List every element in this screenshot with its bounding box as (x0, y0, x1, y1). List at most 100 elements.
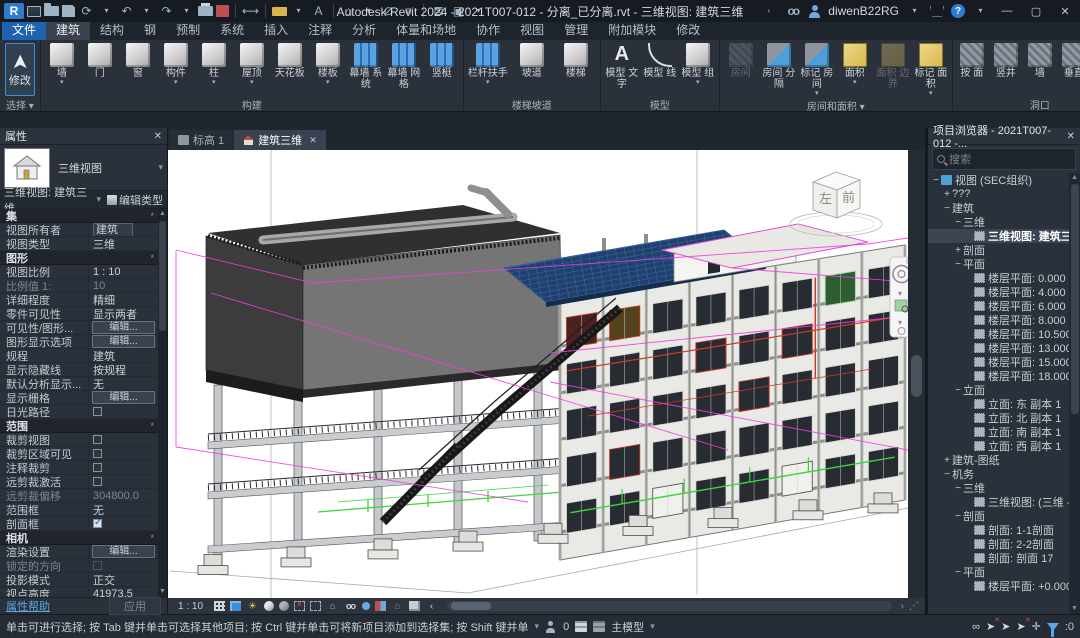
ribbon-tab[interactable]: 文件 (2, 20, 46, 40)
3d-view-canvas[interactable]: 左 前 ▾ ▾ (168, 150, 908, 598)
tree-item[interactable]: 楼层平面: 8.000 (928, 313, 1069, 327)
checkbox[interactable] (93, 463, 102, 472)
property-value[interactable]: 编辑... (88, 335, 158, 348)
filter-icon[interactable] (1047, 623, 1059, 631)
ribbon-tab[interactable]: 结构 (90, 20, 134, 40)
section-icon[interactable]: ⊘ (380, 4, 397, 19)
ribbon-tab[interactable]: 插入 (254, 20, 298, 40)
ribbon-button[interactable]: 幕墙 网格 ▾ (385, 41, 423, 90)
chevron-down-icon[interactable]: ▾ (535, 621, 540, 632)
checkbox[interactable] (93, 477, 102, 486)
ribbon-button[interactable]: 屋顶 ▾ (233, 41, 271, 87)
navigation-bar[interactable]: ▾ ▾ (890, 257, 908, 337)
ribbon-button[interactable]: 柱 ▾ (195, 41, 233, 87)
search-back-icon[interactable]: ‹ (760, 4, 777, 19)
shadows-icon[interactable] (264, 601, 274, 611)
tree-item[interactable]: 楼层平面: 10.500 (928, 327, 1069, 341)
property-value[interactable] (88, 517, 158, 530)
view-tab-3d[interactable]: 建筑三维 ✕ (234, 130, 326, 150)
ribbon-tab[interactable]: 管理 (554, 20, 598, 40)
view-menu-chevron-icon[interactable]: ▾ (360, 4, 377, 19)
tree-expander[interactable]: − (953, 567, 963, 578)
tree-expander[interactable]: − (942, 203, 952, 214)
tree-item[interactable]: 剖面: 剖面 17 (928, 551, 1069, 565)
ribbon-button[interactable]: 墙 ▾ (43, 41, 81, 87)
viewcube-left-face[interactable]: 左 (819, 192, 832, 207)
chevron-down-icon[interactable]: ▾ (815, 90, 819, 98)
ribbon-tab[interactable]: 预制 (166, 20, 210, 40)
redo-menu-chevron-icon[interactable]: ▾ (178, 4, 195, 19)
select-elements-by-face-icon[interactable]: ➤ (1016, 620, 1025, 633)
group-label-room-area[interactable]: 房间和面积 ▾ (722, 98, 950, 112)
tree-item[interactable]: − 剖面 (928, 509, 1069, 523)
chevron-down-icon[interactable]: ▾ (696, 79, 700, 87)
property-value[interactable]: 无 (88, 377, 158, 390)
canvas-vertical-scrollbar[interactable] (908, 150, 925, 598)
search-icon[interactable]: oo (784, 4, 801, 19)
active-workset-icon[interactable] (545, 621, 557, 633)
undo-menu-chevron-icon[interactable]: ▾ (138, 4, 155, 19)
tree-expander[interactable]: − (953, 385, 963, 396)
text-icon[interactable]: A (310, 4, 327, 19)
tag-icon[interactable] (216, 5, 229, 17)
crop-view-icon[interactable] (294, 601, 305, 611)
tree-item[interactable]: 楼层平面: 18.000 (928, 369, 1069, 383)
close-button[interactable]: ✕ (1054, 5, 1076, 18)
view-tab-level1[interactable]: 标高 1 (169, 130, 233, 150)
tree-item[interactable]: + 剖面 (928, 243, 1069, 257)
ribbon-tab[interactable]: 附加模块 (598, 20, 666, 40)
tree-item[interactable]: 剖面: 1-1剖面 (928, 523, 1069, 537)
ribbon-tab[interactable]: 分析 (342, 20, 386, 40)
minimize-button[interactable]: — (996, 5, 1018, 17)
close-icon[interactable]: ✕ (1067, 131, 1075, 142)
tree-item[interactable]: 三维视图: 建筑三 (928, 229, 1069, 243)
ribbon-button[interactable]: 垂直 ▾ (1057, 41, 1080, 79)
property-value[interactable] (88, 461, 158, 474)
checkbox[interactable] (93, 435, 102, 444)
help-icon[interactable]: ? (951, 4, 965, 18)
print-icon[interactable] (198, 6, 213, 16)
chevron-down-icon[interactable]: ▾ (250, 79, 254, 87)
property-value[interactable] (88, 405, 158, 418)
rendering-dialog-icon[interactable] (279, 601, 289, 611)
properties-help-link[interactable]: 属性帮助 (6, 598, 50, 614)
tree-item[interactable]: 立面: 西 副本 1 (928, 439, 1069, 453)
ribbon-button[interactable]: 墙 ▾ (1023, 41, 1057, 79)
tree-expander[interactable]: − (953, 259, 963, 270)
ribbon-button[interactable]: 竖井 ▾ (989, 41, 1023, 79)
collapse-chevron-icon[interactable]: ‹ (425, 600, 438, 612)
tree-expander[interactable]: + (953, 245, 963, 256)
select-underlay-elements-icon[interactable]: ➤ (986, 620, 995, 633)
sun-path-icon[interactable]: ☀ (246, 600, 259, 612)
close-hidden-windows-icon[interactable]: ⊠ (430, 4, 447, 19)
user-menu-chevron-icon[interactable]: ▾ (906, 4, 923, 19)
undo-icon[interactable]: ↶ (118, 4, 135, 19)
checkbox[interactable] (93, 407, 102, 416)
tree-item[interactable]: 立面: 南 副本 1 (928, 425, 1069, 439)
tree-item[interactable]: + ??? (928, 187, 1069, 201)
section-box-icon[interactable] (409, 601, 420, 611)
ribbon-button[interactable]: 模型 组 ▾ (679, 41, 717, 87)
ribbon-button[interactable]: 坡道 ▾ (510, 41, 554, 79)
select-links-icon[interactable]: ∞ (972, 621, 980, 633)
property-value[interactable] (88, 559, 158, 572)
group-label-select[interactable]: 选择 ▾ (2, 97, 38, 111)
checkbox[interactable] (93, 449, 102, 458)
property-value[interactable]: 编辑... (88, 391, 158, 404)
temporary-hide-isolate-icon[interactable]: oo (344, 600, 357, 612)
tree-item[interactable]: − 平面 (928, 565, 1069, 579)
browser-scrollbar[interactable]: ▲▼ (1069, 173, 1080, 614)
redo-icon[interactable]: ↷ (158, 4, 175, 19)
tree-expander[interactable]: − (953, 217, 963, 228)
tree-item[interactable]: + 建筑-图纸 (928, 453, 1069, 467)
chevron-down-icon[interactable]: ▾ (650, 621, 655, 632)
chevron-down-icon[interactable]: ▾ (929, 90, 933, 98)
tree-item[interactable]: 立面: 东 副本 1 (928, 397, 1069, 411)
default-3d-view-icon[interactable]: ⌂ (340, 4, 357, 19)
chevron-down-icon[interactable]: ▾ (853, 79, 857, 87)
modify-button[interactable]: ➤ 修改 (5, 43, 35, 96)
viewcube-front-face[interactable]: 前 (842, 190, 855, 206)
open-icon[interactable] (44, 6, 59, 16)
ribbon-button[interactable]: 标记 房间 ▾ (798, 41, 836, 98)
tree-item[interactable]: 楼层平面: 6.000 (928, 299, 1069, 313)
